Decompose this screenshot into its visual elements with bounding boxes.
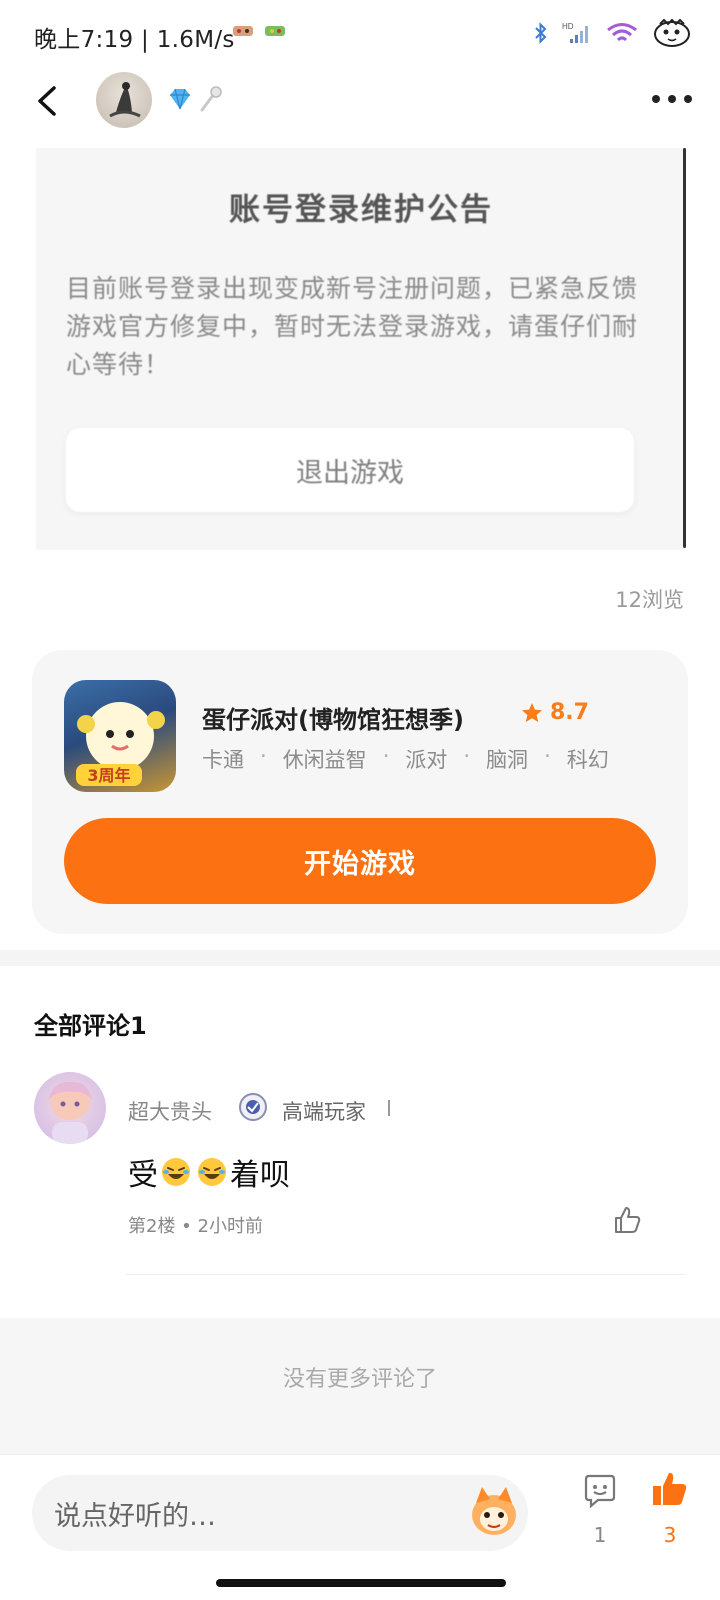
tag-separator: · (463, 744, 471, 768)
signal-icon: HD (562, 22, 588, 43)
comment-item: 超大贵头 高端玩家 受 着呗 第2楼 • 2小时前 (0, 1068, 720, 1276)
comment-text: 受 着呗 (128, 1150, 290, 1194)
game-rating: 8.7 (520, 700, 589, 725)
game-tag: 派对 (405, 748, 448, 772)
game-icon-text: 3周年 (87, 766, 130, 785)
wand-badge-icon (200, 86, 222, 112)
game-name[interactable]: 蛋仔派对(博物馆狂想季) (202, 700, 464, 735)
emoji-picker-mascot-icon[interactable] (466, 1483, 522, 1541)
comment-text-end: 着呗 (230, 1158, 290, 1193)
emoji-notification-icon (233, 26, 253, 36)
game-app-icon[interactable]: 3周年 (64, 680, 176, 792)
tag-separator: · (544, 744, 551, 768)
anime-avatar-icon (48, 1081, 92, 1144)
title-bar-divider (388, 1100, 390, 1116)
commenter-avatar[interactable] (34, 1072, 106, 1144)
game-tag: 科幻 (566, 748, 609, 772)
game-tag: 卡通 (202, 748, 244, 772)
notice-exit-button: 退出游戏 (66, 428, 634, 512)
ink-figure-icon (109, 82, 141, 118)
rofl-emoji-icon (198, 1158, 226, 1186)
comment-count: 1 (593, 1523, 607, 1547)
diamond-badge-icon (170, 88, 190, 110)
author-avatar[interactable] (96, 72, 152, 128)
game-tag: 休闲益智 (282, 748, 367, 772)
comment-text-start: 受 (128, 1158, 158, 1193)
thumbs-up-icon[interactable] (612, 1204, 644, 1236)
rofl-emoji-icon (162, 1158, 190, 1186)
star-icon (522, 702, 542, 722)
svg-text:HD: HD (562, 22, 574, 31)
status-time-speed: 晚上7:19 | 1.6M/s (34, 27, 235, 53)
game-tag: 脑洞 (486, 748, 529, 772)
comments-title: 全部评论1 (34, 1012, 147, 1040)
game-notification-icon (265, 26, 285, 36)
like-count: 3 (663, 1523, 677, 1547)
back-arrow-icon[interactable] (30, 82, 66, 120)
wifi-icon (607, 23, 637, 42)
battery-mascot-icon (654, 18, 690, 47)
status-icons: HD (534, 18, 692, 48)
rating-value: 8.7 (550, 700, 589, 725)
player-level-badge-icon (239, 1093, 267, 1121)
bluetooth-icon (535, 22, 547, 44)
post-image[interactable]: 账号登录维护公告 目前账号登录出现变成新号注册问题，已紧急反馈游戏官方修复中，暂… (36, 148, 686, 550)
commenter-title: 高端玩家 (282, 1100, 366, 1124)
game-card[interactable]: 3周年 蛋仔派对(博物馆狂想季) 8.7 卡通 · 休闲益智 · 派对 · 脑洞 · 科… (32, 650, 688, 934)
commenter-name[interactable]: 超大贵头 (128, 1096, 212, 1126)
view-count: 12浏览 (615, 588, 684, 612)
section-divider (0, 950, 720, 966)
start-game-button[interactable]: 开始游戏 (64, 818, 656, 904)
status-bar: 晚上7:19 | 1.6M/s HD (0, 0, 720, 70)
comment-divider (126, 1274, 686, 1275)
home-indicator[interactable] (216, 1579, 506, 1587)
top-nav (0, 70, 720, 132)
comment-meta: 第2楼 • 2小时前 (128, 1216, 263, 1237)
eggy-mascot-icon: 3周年 (76, 702, 165, 786)
notice-title: 账号登录维护公告 (229, 192, 493, 228)
comment-input[interactable]: 说点好听的… (32, 1475, 528, 1551)
notice-body: 目前账号登录出现变成新号注册问题，已紧急反馈游戏官方修复中，暂时无法登录游戏，请… (66, 274, 639, 379)
like-filled-icon[interactable] (650, 1469, 690, 1509)
game-tags: 卡通 · 休闲益智 · 派对 · 脑洞 · 科幻 (202, 744, 609, 774)
more-options-icon[interactable] (652, 90, 696, 108)
tag-separator: · (260, 744, 267, 768)
no-more-comments: 没有更多评论了 (282, 1367, 437, 1392)
tag-separator: · (382, 744, 390, 768)
comment-bubble-icon[interactable] (582, 1473, 618, 1509)
